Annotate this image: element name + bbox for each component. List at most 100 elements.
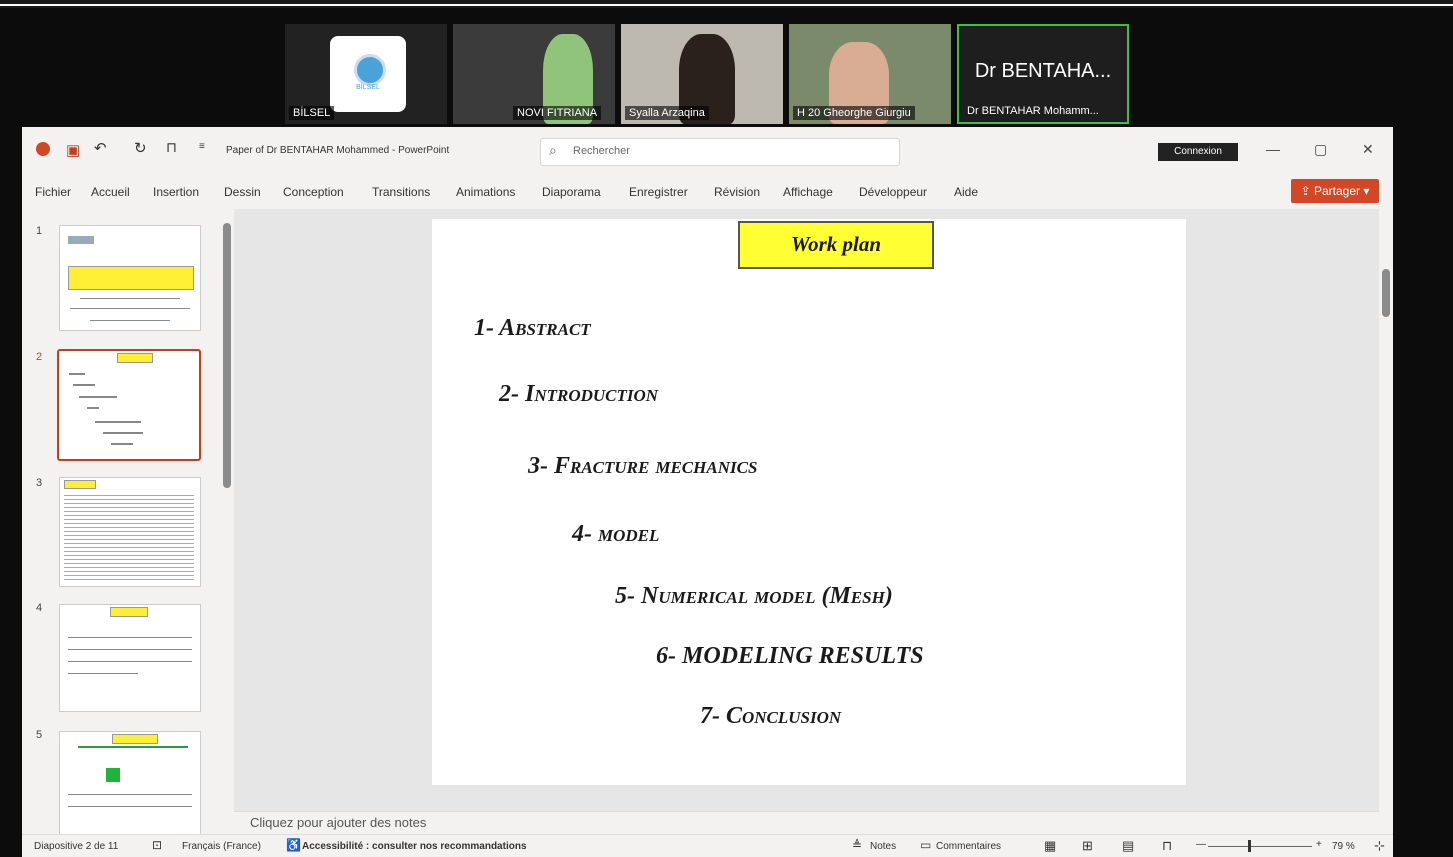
search-box[interactable]: ⌕ Rechercher [540, 138, 900, 166]
language-indicator[interactable]: Français (France) [182, 841, 261, 852]
sign-in-button[interactable]: Connexion [1158, 143, 1238, 161]
thumbnail-content [73, 384, 95, 386]
participant-name: BİLSEL [289, 106, 335, 120]
comments-toggle[interactable]: Commentaires [936, 841, 1001, 852]
participant-tile-active-speaker[interactable]: Dr BENTAHA... Dr BENTAHAR Mohamm... [957, 24, 1129, 124]
scrollbar-thumb[interactable] [1382, 269, 1390, 317]
status-bar: Diapositive 2 de 11 ⊡ Français (France) … [22, 834, 1393, 857]
participant-name: Dr BENTAHAR Mohamm... [967, 105, 1099, 117]
thumbnail-number: 4 [36, 602, 43, 614]
tab-animations[interactable]: Animations [456, 185, 515, 199]
slide-sorter-icon[interactable]: ⊞ [1082, 838, 1093, 854]
slide-thumbnail-1[interactable] [59, 225, 201, 331]
document-title: Paper of Dr BENTAHAR Mohammed - PowerPoi… [226, 145, 450, 156]
comments-icon: ▭ [920, 838, 932, 852]
tab-developpeur[interactable]: Développeur [859, 185, 927, 199]
title-callout[interactable]: Work plan [738, 221, 934, 269]
agenda-item-5: 5- Numerical model (Mesh) [615, 583, 893, 609]
participant-name: NOVI FITRIANA [513, 106, 602, 120]
thumbnail-content [68, 673, 138, 674]
tab-accueil[interactable]: Accueil [91, 185, 130, 199]
thumbnail-content [111, 443, 133, 445]
title-bar: ▣ ↶ ↻ ⊓ ≡ Paper of Dr BENTAHAR Mohammed … [22, 127, 1393, 179]
agenda-item-3: 3- Fracture mechanics [528, 453, 758, 479]
tab-conception[interactable]: Conception [283, 185, 344, 199]
share-button[interactable]: ⇪ Partager ▾ [1291, 179, 1379, 203]
slideshow-icon[interactable]: ⊓ [1162, 838, 1172, 854]
thumbnail-content [95, 421, 141, 423]
tab-dessin[interactable]: Dessin [224, 185, 261, 199]
slide-title: Work plan [790, 232, 882, 256]
screen-top-border [0, 0, 1453, 8]
tab-fichier[interactable]: Fichier [35, 185, 71, 199]
thumbnail-content [70, 308, 190, 309]
minimize-button[interactable]: — [1266, 141, 1280, 157]
zoom-level[interactable]: 79 % [1332, 841, 1355, 852]
share-label: Partager [1314, 184, 1361, 198]
present-icon[interactable]: ⊓ [166, 139, 177, 156]
redo-icon[interactable]: ↻ [134, 139, 147, 157]
participant-tile-gheorghe[interactable]: H 20 Gheorghe Giurgiu [789, 24, 951, 124]
thumbnail-number: 2 [36, 351, 43, 363]
screen-right-margin [1393, 127, 1453, 856]
ribbon-tabs: Fichier Accueil Insertion Dessin Concept… [22, 181, 1393, 205]
zoom-slider[interactable] [1208, 846, 1312, 847]
video-gallery: BİLSEL BİLSEL NOVI FITRIANA Syalla Arzaq… [285, 24, 1129, 124]
thumbnail-content [69, 373, 85, 375]
accessibility-status[interactable]: Accessibilité : consulter nos recommanda… [302, 841, 527, 852]
thumbnail-scrollbar[interactable] [223, 223, 231, 488]
slide-indicator: Diapositive 2 de 11 [34, 841, 119, 852]
agenda-item-7: 7- Conclusion [700, 703, 842, 729]
save-icon[interactable]: ▣ [66, 141, 80, 159]
thumbnail-highlight [68, 266, 194, 290]
powerpoint-window: ▣ ↶ ↻ ⊓ ≡ Paper of Dr BENTAHAR Mohammed … [22, 127, 1393, 857]
restore-button[interactable]: ▢ [1314, 141, 1327, 158]
thumbnail-content [68, 649, 192, 650]
tab-revision[interactable]: Révision [714, 185, 760, 199]
participant-tile-bilsel[interactable]: BİLSEL BİLSEL [285, 24, 447, 124]
zoom-out-button[interactable]: — [1196, 839, 1206, 850]
share-icon: ⇪ [1300, 184, 1314, 198]
tab-affichage[interactable]: Affichage [783, 185, 833, 199]
thumbnail-number: 3 [36, 477, 43, 489]
search-input[interactable]: Rechercher [573, 145, 630, 157]
notes-pane[interactable]: Cliquez pour ajouter des notes [234, 811, 1379, 834]
slide-thumbnail-4[interactable] [59, 604, 201, 712]
tab-aide[interactable]: Aide [954, 185, 978, 199]
tab-insertion[interactable]: Insertion [153, 185, 199, 199]
organization-logo: BİLSEL [330, 36, 406, 112]
notes-toggle[interactable]: Notes [870, 841, 896, 852]
thumbnail-content [68, 794, 192, 795]
slide-thumbnail-5[interactable] [59, 731, 201, 836]
notes-icon: ≜ [852, 838, 863, 852]
fit-to-window-icon[interactable]: ⊹ [1374, 838, 1385, 854]
normal-view-icon[interactable]: ▦ [1044, 838, 1056, 854]
tab-transitions[interactable]: Transitions [372, 185, 430, 199]
agenda-item-2: 2- Introduction [499, 381, 659, 407]
tab-diaporama[interactable]: Diaporama [542, 185, 601, 199]
undo-icon[interactable]: ↶ [94, 139, 107, 157]
thumbnail-content [106, 768, 120, 782]
agenda-item-6: 6- MODELING RESULTS [656, 643, 924, 669]
participant-tile-syalla[interactable]: Syalla Arzaqina [621, 24, 783, 124]
slide-thumbnail-3[interactable] [59, 477, 201, 587]
zoom-in-button[interactable]: + [1316, 839, 1322, 850]
slide-scrollbar[interactable] [1381, 209, 1393, 814]
tab-enregistrer[interactable]: Enregistrer [629, 185, 688, 199]
participant-name: H 20 Gheorghe Giurgiu [793, 106, 915, 120]
globe-icon [354, 54, 386, 86]
zoom-slider-knob[interactable] [1248, 840, 1251, 852]
close-button[interactable]: ✕ [1362, 141, 1374, 158]
slide-thumbnail-2[interactable] [57, 349, 201, 461]
reading-view-icon[interactable]: ▤ [1122, 838, 1134, 854]
customize-toolbar-icon[interactable]: ≡ [199, 141, 205, 152]
thumbnail-content [80, 298, 180, 299]
participant-tile-novi[interactable]: NOVI FITRIANA [453, 24, 615, 124]
participant-display-name: Dr BENTAHA... [974, 60, 1112, 82]
thumbnail-content [68, 806, 192, 807]
logo-text: BİLSEL [356, 84, 380, 91]
thumbnail-content [79, 396, 117, 398]
spellcheck-icon[interactable]: ⊡ [152, 838, 162, 852]
notes-placeholder[interactable]: Cliquez pour ajouter des notes [250, 815, 426, 830]
current-slide[interactable]: Work plan 1- Abstract 2- Introduction 3-… [432, 219, 1186, 785]
